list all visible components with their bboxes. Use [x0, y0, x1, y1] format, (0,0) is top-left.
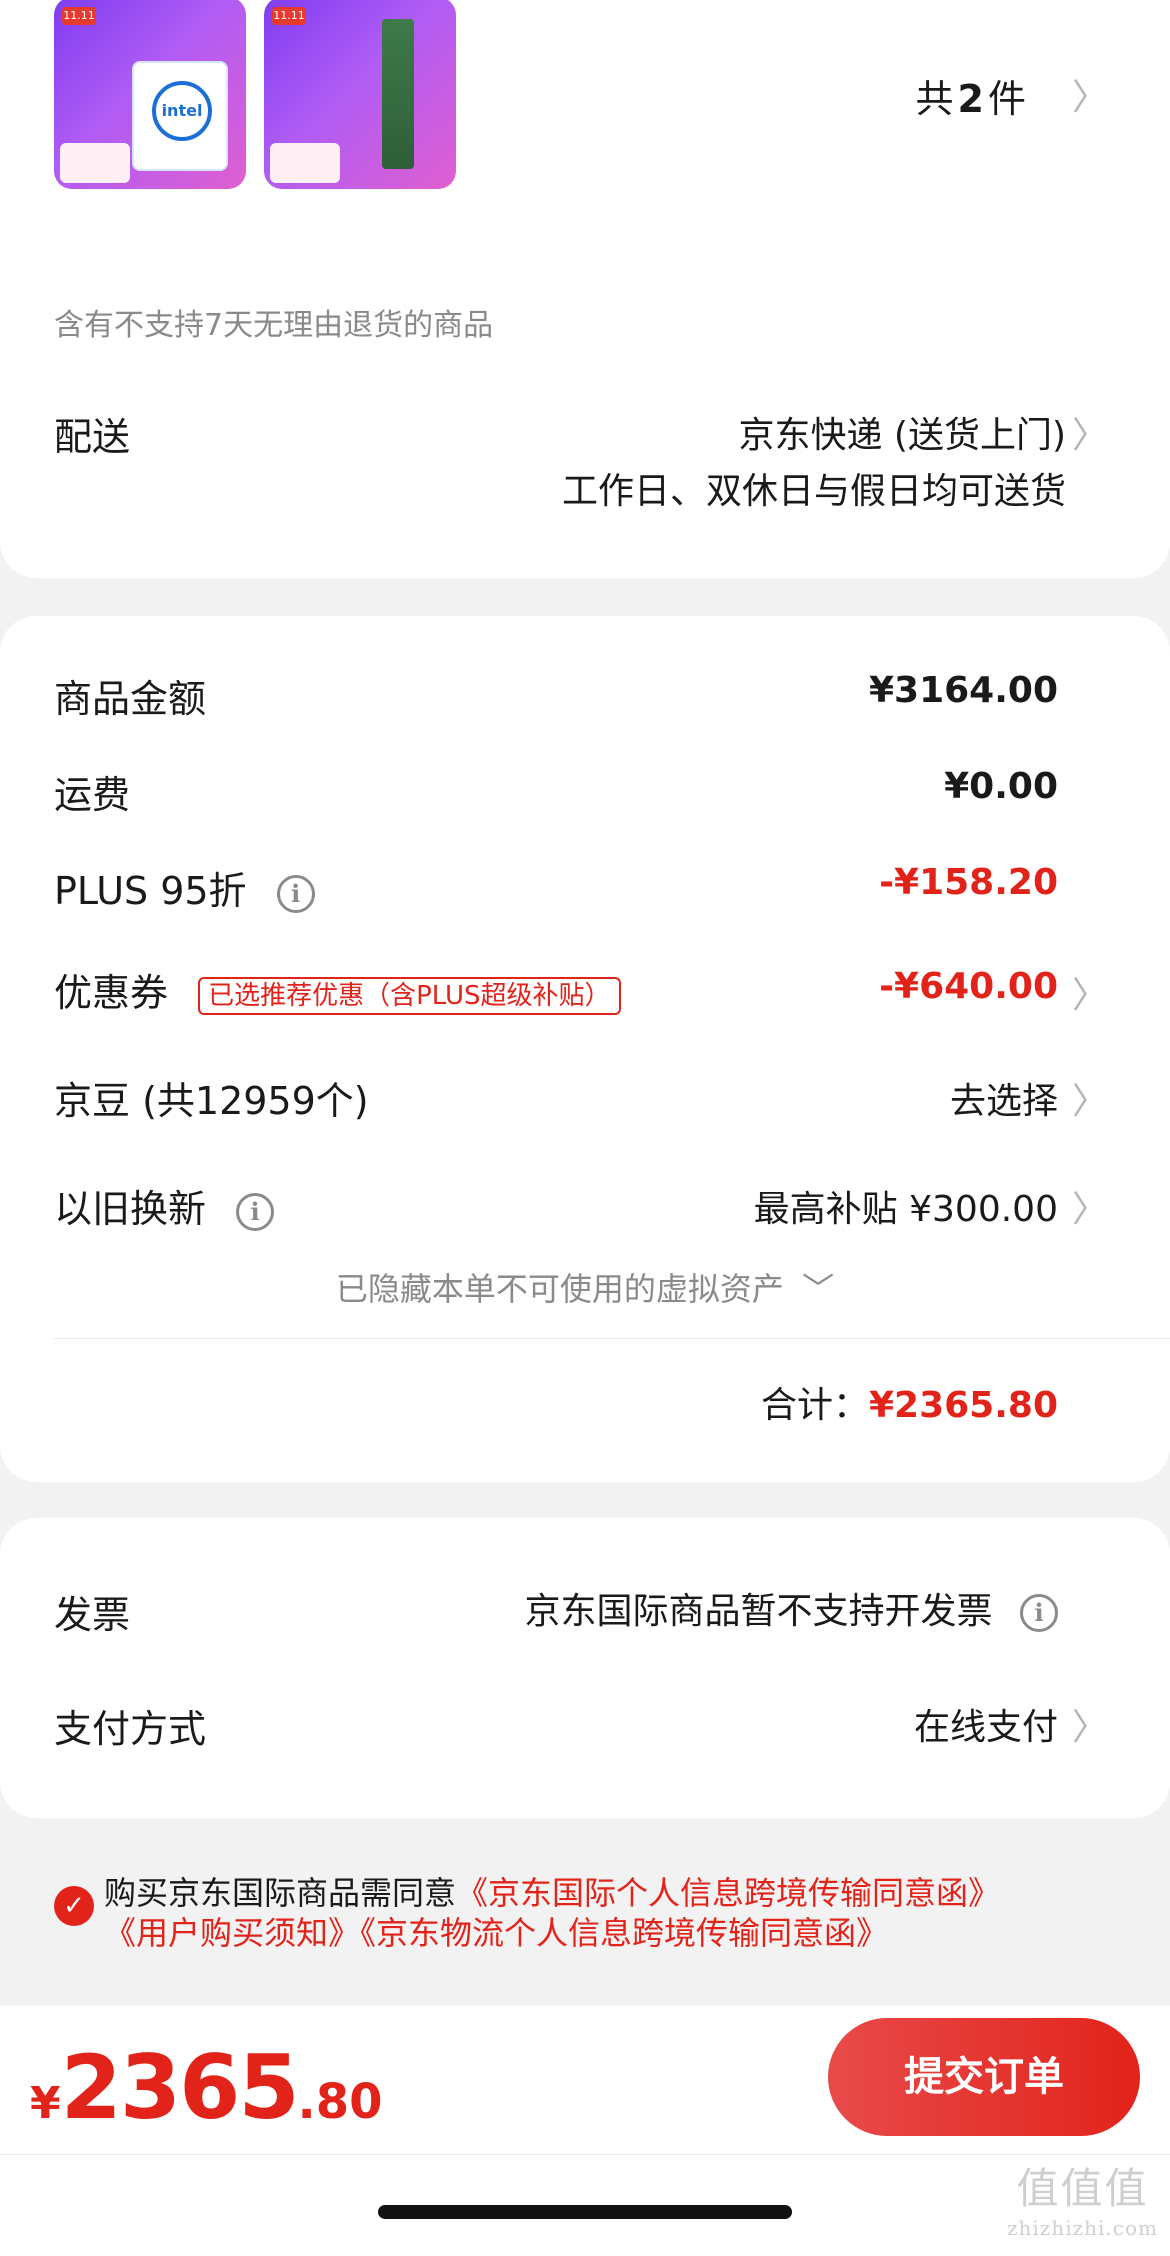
intel-logo-icon: intel [152, 81, 212, 141]
price-strip [270, 143, 340, 183]
chevron-down-icon: ﹀ [802, 1270, 835, 1308]
invoice-value: 京东国际商品暂不支持开发票 [524, 1591, 993, 1632]
coupon-row[interactable]: 优惠券 已选推荐优惠（含PLUS超级补贴） [54, 962, 621, 1017]
watermark-sub: zhizhizhi.com [1006, 2216, 1158, 2240]
agreement-prefix: 购买京东国际商品需同意 [104, 1874, 457, 1912]
agreement-link-logistics[interactable]: 《京东物流个人信息跨境传输同意函》 [360, 1914, 888, 1952]
shipping-value: ¥0.00 [944, 766, 1058, 807]
cpu-box-image: intel [132, 61, 228, 171]
goods-count-value: 2 [957, 77, 984, 121]
chevron-right-icon[interactable]: 〉 [1072, 68, 1108, 120]
subtotal-value: ¥2365.80 [868, 1385, 1058, 1426]
price-strip [60, 143, 130, 183]
delivery-method[interactable]: 京东快递 (送货上门) [738, 406, 1066, 458]
agreement-link-purchase[interactable]: 《用户购买须知》 [104, 1914, 360, 1952]
plus-discount-label: PLUS 95折 [54, 869, 247, 913]
goods-count[interactable]: 共2件 [916, 68, 1026, 123]
payment-method-value[interactable]: 在线支付 [914, 1698, 1058, 1750]
tradein-row: 以旧换新 i [54, 1178, 275, 1233]
checkmark-icon[interactable]: ✓ [54, 1886, 94, 1926]
total-amount-dec: .80 [297, 2074, 383, 2130]
info-icon[interactable]: i [236, 1192, 275, 1231]
coupon-value[interactable]: -¥640.00 [879, 966, 1058, 1007]
hidden-assets-text: 已隐藏本单不可使用的虚拟资产 [335, 1270, 784, 1308]
product-thumbnail-ram[interactable]: 11.11 [264, 0, 456, 189]
invoice-payment-card: 发票 京东国际商品暂不支持开发票 i 支付方式 在线支付 〉 [0, 1518, 1170, 1818]
subtotal-label: 合计： [760, 1385, 869, 1426]
info-icon[interactable]: i [1020, 1594, 1058, 1632]
agreement-link-intl[interactable]: 《京东国际个人信息跨境传输同意函》 [456, 1874, 1000, 1912]
goods-count-prefix: 共 [915, 77, 954, 121]
hidden-assets-toggle[interactable]: 已隐藏本单不可使用的虚拟资产 ﹀ [0, 1264, 1170, 1310]
chevron-right-icon[interactable]: 〉 [1072, 1698, 1108, 1750]
coupon-label: 优惠券 [54, 971, 169, 1015]
divider [0, 2154, 1170, 2155]
tradein-label: 以旧换新 [54, 1187, 207, 1231]
plus-discount-row: PLUS 95折 i [54, 860, 315, 915]
watermark-text: 值值值 [1016, 2164, 1149, 2213]
divider [54, 1338, 1170, 1339]
submit-order-button[interactable]: 提交订单 [828, 2018, 1140, 2136]
delivery-label: 配送 [54, 415, 131, 459]
product-thumbnail-cpu[interactable]: 11.11 intel [54, 0, 246, 189]
promo-badge: 11.11 [272, 7, 306, 25]
invoice-label: 发票 [54, 1593, 131, 1637]
delivery-schedule: 工作日、双休日与假日均可送货 [561, 471, 1066, 512]
total-currency: ¥ [30, 2078, 61, 2129]
price-detail-card: 商品金额 ¥3164.00 运费 ¥0.00 PLUS 95折 i -¥158.… [0, 616, 1170, 1482]
plus-discount-value: -¥158.20 [879, 862, 1058, 903]
goods-card: 11.11 intel 11.11 共2件 〉 含有不支持7天无理由退货的商品 … [0, 0, 1170, 578]
subtotal-row: 合计：¥2365.80 [761, 1376, 1058, 1428]
return-notice: 含有不支持7天无理由退货的商品 [54, 308, 494, 343]
promo-badge: 11.11 [62, 7, 96, 25]
chevron-right-icon[interactable]: 〉 [1072, 1180, 1108, 1232]
tradein-value[interactable]: 最高补贴 ¥300.00 [754, 1180, 1058, 1232]
goods-count-suffix: 件 [987, 77, 1026, 121]
jingdou-select[interactable]: 去选择 [950, 1072, 1058, 1124]
home-indicator[interactable] [378, 2205, 792, 2219]
chevron-right-icon[interactable]: 〉 [1072, 406, 1108, 458]
ram-module-image [382, 19, 414, 169]
agreement-line-2: 《用户购买须知》《京东物流个人信息跨境传输同意函》 [104, 1908, 888, 1954]
shipping-label: 运费 [54, 773, 131, 817]
chevron-right-icon[interactable]: 〉 [1072, 966, 1108, 1018]
coupon-tag: 已选推荐优惠（含PLUS超级补贴） [198, 976, 621, 1015]
payment-method-label: 支付方式 [54, 1707, 207, 1751]
total-price: ¥2365.80 [30, 2036, 383, 2139]
goods-amount-value: ¥3164.00 [868, 670, 1058, 711]
info-icon[interactable]: i [276, 874, 315, 913]
agreement-row: ✓ 购买京东国际商品需同意《京东国际个人信息跨境传输同意函》 《用户购买须知》《… [0, 1856, 1170, 1976]
goods-amount-label: 商品金额 [54, 677, 207, 721]
watermark: 值值值 zhizhizhi.com [1007, 2155, 1158, 2240]
invoice-value-row: 京东国际商品暂不支持开发票 i [525, 1582, 1058, 1634]
chevron-right-icon[interactable]: 〉 [1072, 1072, 1108, 1124]
total-amount-int: 2365 [60, 2036, 300, 2139]
jingdou-label: 京豆 (共12959个) [54, 1079, 369, 1123]
